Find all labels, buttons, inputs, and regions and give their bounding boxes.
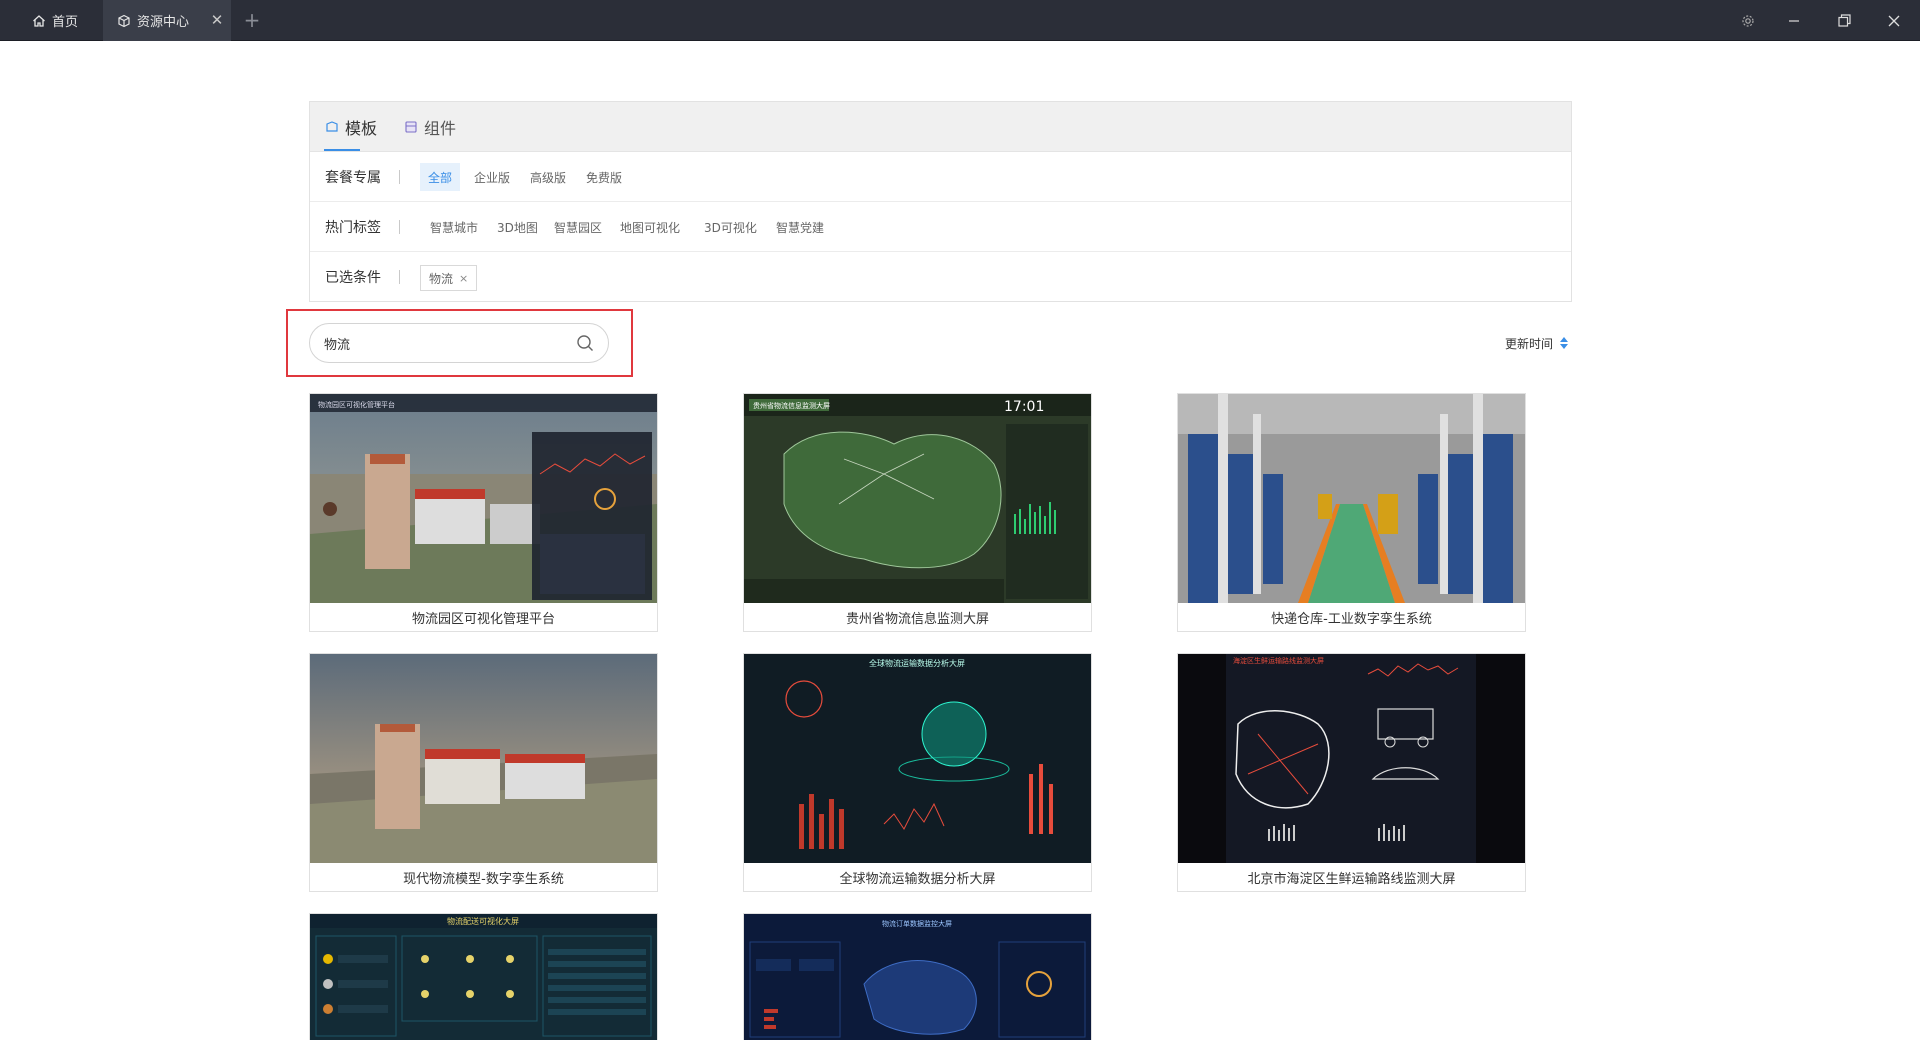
thumb-title: 物流配送可视化大屏 (447, 916, 519, 926)
chosen-label: 已选条件 (325, 270, 381, 286)
card-thumbnail (310, 654, 657, 863)
template-card[interactable]: 贵州省物流信息监测大屏 17:01 贵州省物流信息监测大屏 (743, 393, 1092, 632)
thumb-title: 物流园区可视化管理平台 (318, 400, 395, 409)
filter-row-chosen: 已选条件 物流 × (310, 252, 1571, 302)
hot-tag-3d-map[interactable]: 3D地图 (489, 213, 546, 241)
tab-template[interactable]: 模板 (325, 102, 377, 152)
settings-button[interactable] (1725, 0, 1771, 41)
plan-option-all[interactable]: 全部 (420, 163, 461, 191)
card-title: 北京市海淀区生鲜运输路线监测大屏 (1247, 871, 1456, 887)
card-title: 快递仓库-工业数字孪生系统 (1271, 611, 1432, 627)
hot-tag-smart-park[interactable]: 智慧园区 (546, 213, 610, 241)
divider (399, 220, 400, 234)
tab-home-label: 首页 (52, 15, 79, 30)
search-box (309, 323, 609, 363)
gear-icon (1741, 14, 1755, 28)
search-icon[interactable] (576, 334, 594, 352)
hot-tag-smart-city[interactable]: 智慧城市 (422, 213, 486, 241)
panel-tabs: 模板 组件 (310, 102, 1571, 152)
plan-option-advanced[interactable]: 高级版 (522, 163, 574, 191)
template-card[interactable]: 物流配送可视化大屏 (309, 913, 658, 1040)
divider (399, 270, 400, 284)
tab-component[interactable]: 组件 (404, 102, 456, 152)
tab-resource-center-label: 资源中心 (137, 15, 190, 30)
minimize-icon (1788, 15, 1800, 27)
component-icon (404, 120, 418, 134)
home-icon (32, 14, 46, 28)
thumb-time: 17:01 (1004, 399, 1044, 415)
template-icon (325, 120, 339, 134)
chosen-tag-label: 物流 (429, 271, 454, 286)
hot-tag-map-visualization[interactable]: 地图可视化 (612, 213, 688, 241)
hot-tag-3d-visualization[interactable]: 3D可视化 (696, 213, 765, 241)
card-thumbnail: 物流订单数据监控大屏 (744, 914, 1091, 1040)
hot-tags-label: 热门标签 (325, 219, 381, 236)
active-tab-underline (324, 149, 360, 151)
card-title: 贵州省物流信息监测大屏 (845, 611, 989, 627)
plan-option-free[interactable]: 免费版 (578, 163, 630, 191)
card-title: 全球物流运输数据分析大屏 (839, 871, 996, 887)
restore-icon (1837, 14, 1851, 27)
divider (399, 170, 400, 184)
tab-component-label: 组件 (424, 119, 457, 138)
template-card[interactable]: 快递仓库-工业数字孪生系统 (1177, 393, 1526, 632)
hot-tag-smart-party[interactable]: 智慧党建 (768, 213, 832, 241)
thumb-title: 海淀区生鲜运输路线监测大屏 (1233, 656, 1324, 665)
filter-row-plan: 套餐专属 全部 企业版 高级版 免费版 (310, 152, 1571, 202)
card-thumbnail (1178, 394, 1525, 603)
template-card[interactable]: 物流订单数据监控大屏 (743, 913, 1092, 1040)
template-card[interactable]: 物流园区可视化管理平台 物流园区可视化管理平台 (309, 393, 658, 632)
close-icon (1888, 15, 1900, 27)
card-thumbnail: 物流配送可视化大屏 (310, 914, 657, 1040)
remove-tag-icon[interactable]: × (459, 272, 468, 285)
template-card[interactable]: 海淀区生鲜运输路线监测大屏 北京市海淀区生鲜运输路线监测大屏 (1177, 653, 1526, 892)
close-tab-icon[interactable]: ✕ (209, 12, 225, 28)
card-thumbnail: 贵州省物流信息监测大屏 17:01 (744, 394, 1091, 603)
sort-by-update-time[interactable]: 更新时间 (1505, 334, 1569, 352)
add-tab-button[interactable]: + (242, 10, 262, 30)
restore-button[interactable] (1821, 0, 1867, 41)
thumb-title: 物流订单数据监控大屏 (882, 919, 952, 928)
minimize-button[interactable] (1771, 0, 1817, 41)
plan-label: 套餐专属 (325, 169, 381, 186)
title-bar: 首页 资源中心 ✕ + (0, 0, 1920, 41)
close-window-button[interactable] (1871, 0, 1917, 41)
thumb-title: 贵州省物流信息监测大屏 (753, 401, 830, 410)
tab-resource-center[interactable]: 资源中心 ✕ (103, 0, 231, 41)
template-card[interactable]: 现代物流模型-数字孪生系统 (309, 653, 658, 892)
tab-template-label: 模板 (345, 119, 378, 138)
filter-panel: 模板 组件 套餐专属 全部 企业版 高级版 免费版 热门标签 智慧城市 3D地图… (309, 101, 1572, 302)
cube-icon (117, 14, 131, 28)
card-title: 物流园区可视化管理平台 (411, 611, 555, 627)
plan-option-enterprise[interactable]: 企业版 (466, 163, 518, 191)
thumb-title: 全球物流运输数据分析大屏 (869, 658, 965, 668)
card-thumbnail: 海淀区生鲜运输路线监测大屏 (1178, 654, 1525, 863)
chosen-tag: 物流 × (420, 265, 478, 291)
card-thumbnail: 全球物流运输数据分析大屏 (744, 654, 1091, 863)
card-thumbnail: 物流园区可视化管理平台 (310, 394, 657, 603)
card-title: 现代物流模型-数字孪生系统 (403, 871, 564, 887)
search-input[interactable] (324, 332, 564, 354)
filter-row-hot-tags: 热门标签 智慧城市 3D地图 智慧园区 地图可视化 3D可视化 智慧党建 (310, 202, 1571, 252)
sort-label: 更新时间 (1505, 336, 1554, 351)
template-card[interactable]: 全球物流运输数据分析大屏 全球物流运输数据分析大屏 (743, 653, 1092, 892)
tab-home[interactable]: 首页 (18, 0, 98, 41)
sort-arrows-icon (1559, 336, 1569, 350)
